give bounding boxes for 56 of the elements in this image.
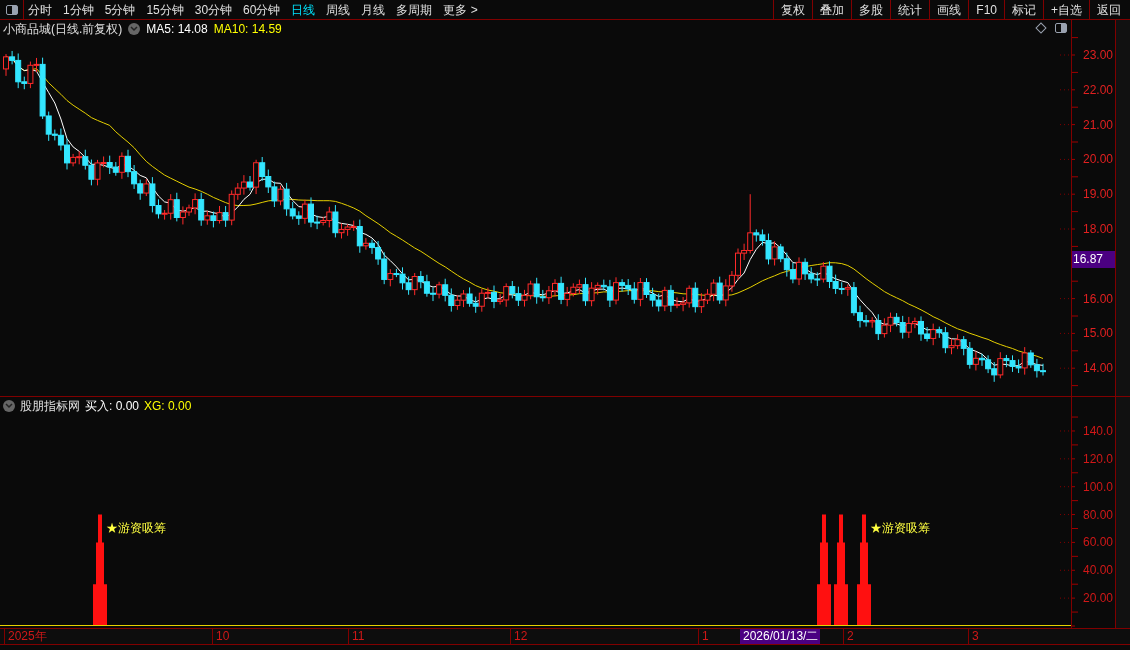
indicator-title: 股朋指标网 — [20, 398, 80, 415]
signal-annotation: ★游资吸筹 — [106, 521, 166, 535]
toolbar-button[interactable]: 多股 — [851, 0, 891, 19]
toolbar-button[interactable]: +自选 — [1043, 0, 1089, 19]
period-tab[interactable]: 日线 — [291, 0, 316, 19]
indicator-axis-label: 140.0 — [1082, 423, 1113, 438]
period-tab[interactable]: 分时 — [28, 0, 52, 19]
indicator-axis-label: 100.0 — [1082, 479, 1113, 494]
price-axis-label: 19.00 — [1082, 187, 1113, 202]
time-axis-label: 11 — [348, 629, 367, 644]
period-tab[interactable]: 周线 — [326, 0, 351, 19]
signal-annotation: ★游资吸筹 — [870, 521, 930, 535]
period-tab[interactable]: 5分钟 — [104, 0, 136, 19]
period-tab[interactable]: 更多 > — [443, 0, 478, 19]
time-axis-label: 2026/01/13/二 — [740, 629, 821, 644]
indicator-axis-label: 20.00 — [1082, 591, 1113, 606]
indicator-legend: XG: 0.00 — [144, 399, 192, 413]
toolbar-button[interactable]: 画线 — [929, 0, 969, 19]
time-axis-label: 2025年 — [4, 629, 49, 644]
panel-toggle-icon[interactable] — [1055, 23, 1067, 33]
indicator-legend: 买入: 0.00 — [85, 399, 140, 413]
time-axis-label: 2 — [843, 629, 856, 644]
price-axis-label: 22.00 — [1082, 82, 1113, 97]
dropdown-icon[interactable] — [3, 400, 15, 412]
price-axis-label: 14.00 — [1082, 361, 1113, 376]
indicator-axis-label: 120.0 — [1082, 451, 1113, 466]
period-tab[interactable]: 60分钟 — [243, 0, 281, 19]
indicator-axis-label: 60.00 — [1082, 535, 1113, 550]
toolbar-button[interactable]: 复权 — [773, 0, 813, 19]
price-axis-label: 21.00 — [1082, 117, 1113, 132]
price-axis-label: 18.00 — [1082, 222, 1113, 236]
toolbar-button[interactable]: 返回 — [1089, 0, 1128, 19]
price-axis-label: 20.00 — [1082, 152, 1113, 167]
ma-legend: MA10: 14.59 — [213, 20, 282, 38]
time-axis-label: 3 — [968, 629, 981, 644]
time-axis-label: 12 — [510, 629, 530, 644]
period-tab[interactable]: 30分钟 — [194, 0, 233, 19]
price-axis-label: 23.00 — [1082, 48, 1113, 62]
indicator-axis-label: 40.00 — [1082, 563, 1113, 578]
dropdown-icon[interactable] — [128, 23, 141, 35]
toolbar-button[interactable]: 标记 — [1004, 0, 1043, 19]
ma-legend: MA5: 14.08 — [146, 20, 208, 38]
time-axis-label: 10 — [212, 629, 232, 644]
period-tab[interactable]: 月线 — [361, 0, 386, 19]
period-tab[interactable]: 多周期 — [396, 0, 433, 19]
chart-title: 小商品城(日线.前复权) — [3, 21, 123, 38]
price-axis-label: 16.00 — [1082, 291, 1113, 306]
toolbar-button[interactable]: F10 — [968, 0, 1004, 19]
toolbar-button[interactable]: 叠加 — [812, 0, 852, 19]
indicator-axis-label: 80.00 — [1082, 507, 1113, 522]
price-axis-label: 15.00 — [1082, 326, 1113, 341]
time-axis-label: 1 — [698, 629, 711, 644]
toolbar-button[interactable]: 统计 — [890, 0, 930, 19]
period-tab[interactable]: 1分钟 — [63, 0, 94, 19]
period-tab[interactable]: 15分钟 — [146, 0, 184, 19]
price-tag: 16.87 — [1072, 251, 1115, 268]
